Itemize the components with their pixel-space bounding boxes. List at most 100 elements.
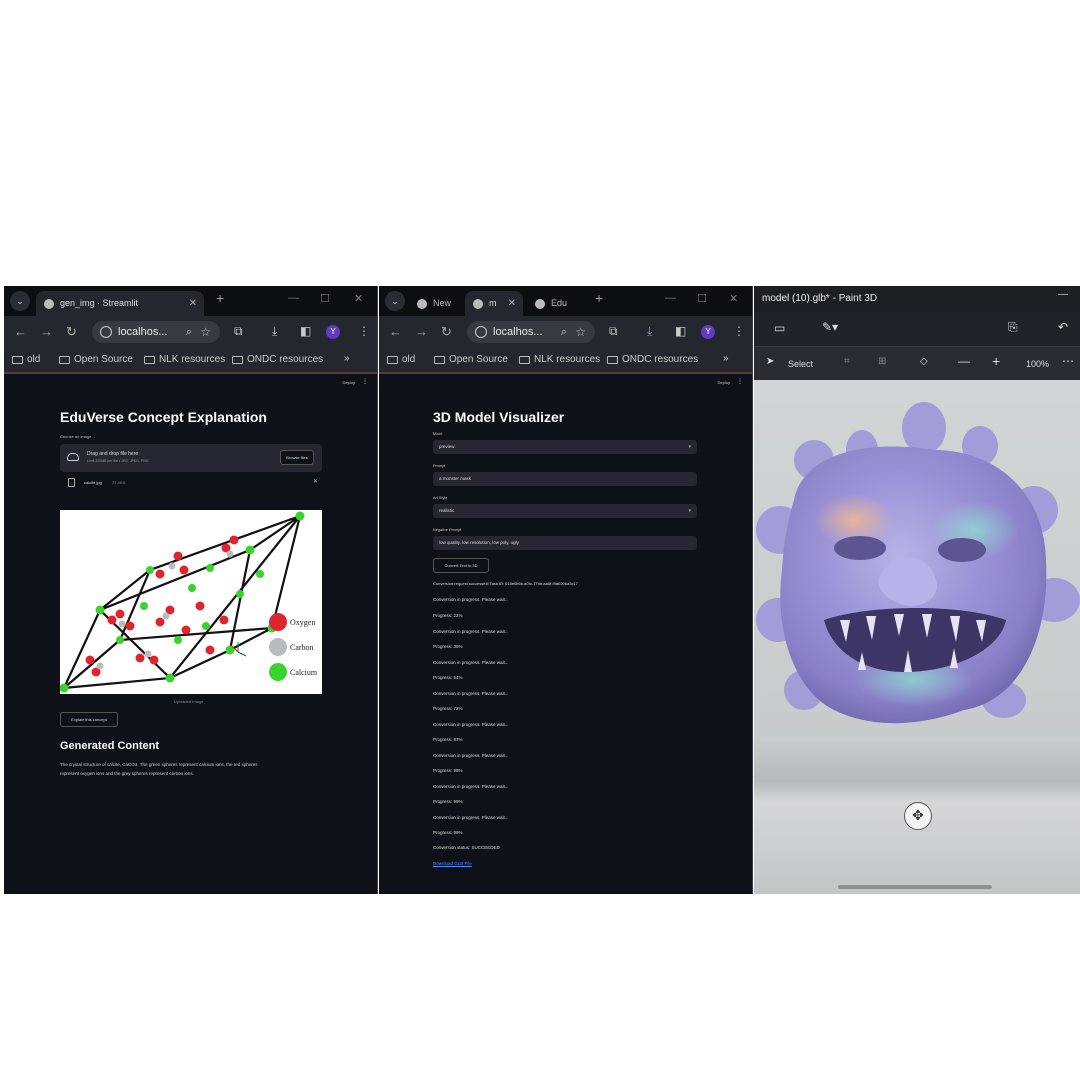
deploy-button[interactable]: Deploy <box>343 380 355 385</box>
explain-concept-button[interactable]: Explain this concept <box>60 712 118 727</box>
undo-icon[interactable]: ↶ <box>1058 320 1068 334</box>
tab-search-icon[interactable]: ⌄ <box>385 291 405 311</box>
bookmark-open-source[interactable]: Open Source <box>59 354 133 365</box>
bookmark-nlk-resources[interactable]: NLK resources <box>144 354 225 365</box>
negative-prompt-input[interactable]: low quality, low resolution, low poly, u… <box>433 536 697 550</box>
side-panel-icon[interactable]: ◧ <box>675 324 686 338</box>
reload-icon[interactable]: ↻ <box>441 324 452 340</box>
log-line: Progress: 87% <box>433 737 463 742</box>
more-bookmarks-icon[interactable]: » <box>723 353 729 364</box>
view-3d-icon[interactable]: ◇ <box>920 356 928 367</box>
log-line: Conversion in progress. Please wait... <box>433 815 509 820</box>
select-tool[interactable]: Select <box>788 359 813 369</box>
tab-search-icon[interactable]: ⌄ <box>10 291 30 311</box>
maximize-icon[interactable]: ☐ <box>697 292 707 305</box>
close-window-icon[interactable]: ✕ <box>354 292 363 305</box>
bookmark-open-source[interactable]: Open Source <box>434 354 508 365</box>
address-text: localhos... <box>493 326 543 338</box>
site-info-icon[interactable] <box>100 326 112 338</box>
address-text: localhos... <box>118 326 168 338</box>
download-icon[interactable]: ⤓ <box>272 324 277 339</box>
close-tab-icon[interactable]: ✕ <box>189 291 197 316</box>
more-options-icon[interactable]: ⋯ <box>1062 354 1074 368</box>
profile-avatar[interactable]: Y <box>701 325 715 339</box>
log-line: Progress: 98% <box>433 768 463 773</box>
file-size: 77.4KB <box>112 480 126 485</box>
deploy-button[interactable]: Deploy <box>718 380 730 385</box>
menu-icon[interactable]: ▭ <box>774 321 785 335</box>
bookmark-old[interactable]: old <box>387 354 415 365</box>
new-tab-icon[interactable]: + <box>595 290 603 306</box>
tab-edu[interactable]: Edu <box>527 291 581 316</box>
menu-kebab-icon[interactable]: ⋮ <box>733 324 745 338</box>
mode-select[interactable]: preview ▾ <box>433 440 697 454</box>
art-style-select[interactable]: realistic ▾ <box>433 504 697 518</box>
download-glb-link[interactable]: Download GLB File <box>433 861 472 866</box>
log-line: Conversion in progress. Please wait... <box>433 629 509 634</box>
uploaded-file-row: calcite.jpg 77.4KB ✕ <box>68 478 322 490</box>
paint3d-tool-bar: ➤ Select ⌗ ⊞ ◇ — + 100% ⋯ <box>754 346 1080 380</box>
menu-kebab-icon[interactable]: ⋮ <box>358 324 370 338</box>
unit-cell-edges <box>62 514 302 690</box>
file-uploader-dropzone[interactable]: Drag and drop file here Limit 200MB per … <box>60 444 322 472</box>
folder-icon <box>232 356 243 364</box>
brush-icon[interactable]: ✎▾ <box>822 320 838 334</box>
back-icon[interactable]: ← <box>389 324 402 339</box>
bookmark-star-icon[interactable]: ☆ <box>575 321 586 343</box>
zoom-level: 100% <box>1026 359 1050 369</box>
more-bookmarks-icon[interactable]: » <box>344 353 350 364</box>
paste-icon[interactable]: ⎘ <box>1008 320 1018 335</box>
download-icon[interactable]: ⤓ <box>647 324 652 339</box>
zoom-icon[interactable]: ⌕ <box>561 321 567 343</box>
horizontal-scrollbar[interactable] <box>838 885 992 889</box>
close-tab-icon[interactable]: ✕ <box>508 291 516 316</box>
address-bar[interactable]: localhos... ⌕ ☆ <box>92 321 220 343</box>
folder-icon <box>387 356 398 364</box>
rotate-3d-icon[interactable]: ✥ <box>904 802 932 830</box>
maximize-icon[interactable]: ☐ <box>320 292 330 305</box>
minimize-icon[interactable]: — <box>665 292 676 304</box>
tab-new[interactable]: New <box>409 291 461 316</box>
log-line: Conversion in progress. Please wait... <box>433 753 509 758</box>
close-window-icon[interactable]: ✕ <box>729 292 738 305</box>
app-menu-icon[interactable]: ⋮ <box>737 378 743 385</box>
back-icon[interactable]: ← <box>14 324 27 339</box>
address-bar[interactable]: localhos... ⌕ ☆ <box>467 321 595 343</box>
new-tab-icon[interactable]: + <box>216 290 224 306</box>
select-cursor-icon[interactable]: ➤ <box>766 356 774 367</box>
minimize-icon[interactable]: — <box>1058 289 1068 300</box>
log-line: Conversion in progress. Please wait... <box>433 597 509 602</box>
forward-icon[interactable]: → <box>415 324 428 339</box>
log-line: Conversion in progress. Please wait... <box>433 660 509 665</box>
bookmark-old[interactable]: old <box>12 354 40 365</box>
prompt-input[interactable]: a monster mask <box>433 472 697 486</box>
side-panel-icon[interactable]: ◧ <box>300 324 311 338</box>
extensions-icon[interactable]: ⧉ <box>234 324 243 339</box>
forward-icon[interactable]: → <box>40 324 53 339</box>
bookmark-ondc-resources[interactable]: ONDC resources <box>232 354 323 365</box>
tab-gen-img[interactable]: gen_img · Streamlit ✕ <box>36 291 204 316</box>
generated-content-heading: Generated Content <box>60 740 160 752</box>
zoom-icon[interactable]: ⌕ <box>186 321 192 343</box>
bookmark-star-icon[interactable]: ☆ <box>200 321 211 343</box>
tab-strip: ⌄ gen_img · Streamlit ✕ + — ☐ ✕ <box>4 286 377 316</box>
minimize-icon[interactable]: — <box>288 292 299 304</box>
legend-oxygen-label: Oxygen <box>290 618 315 627</box>
tab-active[interactable]: m ✕ <box>465 291 523 316</box>
extensions-icon[interactable]: ⧉ <box>609 324 618 339</box>
crop-icon[interactable]: ⌗ <box>844 356 850 367</box>
reload-icon[interactable]: ↻ <box>66 324 77 340</box>
app-menu-icon[interactable]: ⋮ <box>362 378 368 385</box>
site-info-icon[interactable] <box>475 326 487 338</box>
browse-files-button[interactable]: Browse files <box>280 450 314 465</box>
remove-file-icon[interactable]: ✕ <box>313 478 318 485</box>
profile-avatar[interactable]: Y <box>326 325 340 339</box>
magic-select-icon[interactable]: ⊞ <box>878 356 886 367</box>
zoom-in-icon[interactable]: + <box>992 353 1000 369</box>
log-line: Progress: 36% <box>433 644 463 649</box>
zoom-out-icon[interactable]: — <box>958 354 970 368</box>
bookmark-nlk-resources[interactable]: NLK resources <box>519 354 600 365</box>
convert-text-to-3d-button[interactable]: Convert Text to 3D <box>433 558 489 573</box>
bookmark-ondc-resources[interactable]: ONDC resources <box>607 354 698 365</box>
streamlit-favicon-icon <box>473 299 483 309</box>
